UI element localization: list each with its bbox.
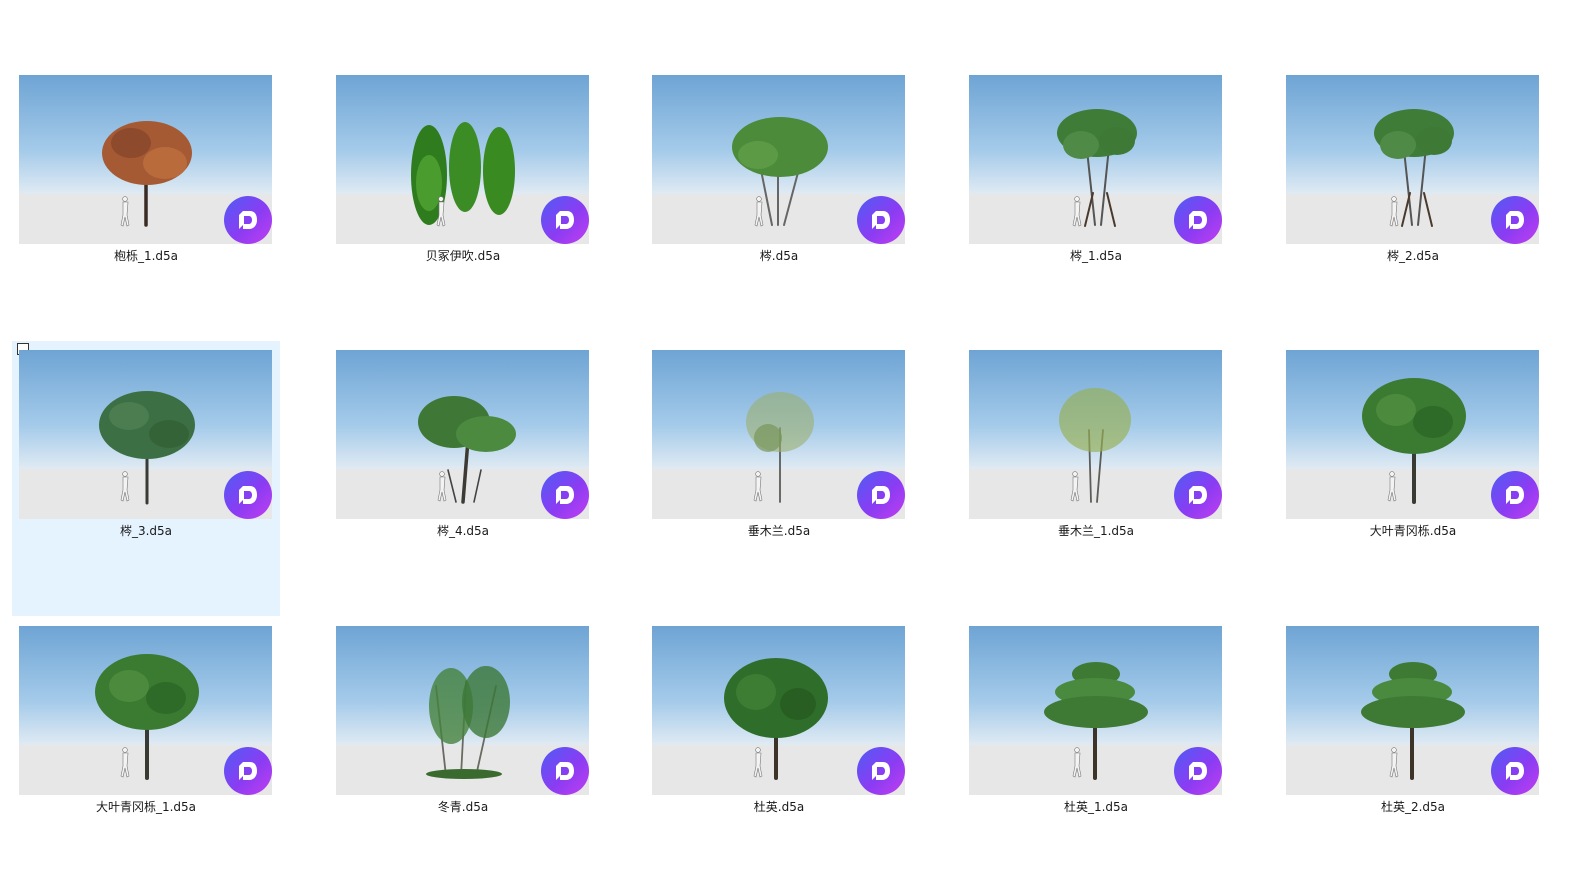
file-name: 大叶青冈栎.d5a — [1369, 524, 1457, 538]
file-item[interactable]: 贝冢伊吹.d5a — [329, 66, 597, 341]
file-name: 梣_4.d5a — [436, 524, 490, 538]
file-name: 垂木兰_1.d5a — [1057, 524, 1135, 538]
file-item[interactable]: 梣_2.d5a — [1279, 66, 1547, 341]
d5-app-icon — [857, 471, 905, 519]
file-thumbnail[interactable] — [19, 350, 272, 519]
file-thumbnail[interactable] — [969, 350, 1222, 519]
file-item[interactable]: 杜英_1.d5a — [962, 617, 1230, 892]
file-thumbnail[interactable] — [652, 75, 905, 244]
d5-app-icon — [224, 747, 272, 795]
file-thumbnail[interactable] — [336, 350, 589, 519]
file-name: 梣_1.d5a — [1069, 249, 1123, 263]
file-item[interactable]: 枹栎_1.d5a — [12, 66, 280, 341]
d5-app-icon — [541, 196, 589, 244]
file-item[interactable]: 杜英.d5a — [645, 617, 913, 892]
file-name: 梣_2.d5a — [1386, 249, 1440, 263]
file-item[interactable]: 大叶青冈栎_1.d5a — [12, 617, 280, 892]
file-thumbnail[interactable] — [19, 626, 272, 795]
file-thumbnail[interactable] — [652, 350, 905, 519]
file-name: 梣.d5a — [759, 249, 799, 263]
file-thumbnail[interactable] — [1286, 75, 1539, 244]
file-thumbnail[interactable] — [969, 75, 1222, 244]
file-item[interactable]: 大叶青冈栎.d5a — [1279, 341, 1547, 616]
d5-app-icon — [1491, 747, 1539, 795]
file-name: 大叶青冈栎_1.d5a — [95, 800, 197, 814]
file-item[interactable]: 冬青.d5a — [329, 617, 597, 892]
file-name: 杜英_1.d5a — [1063, 800, 1129, 814]
d5-app-icon — [1174, 196, 1222, 244]
file-name: 梣_3.d5a — [119, 524, 173, 538]
file-thumbnail[interactable] — [1286, 626, 1539, 795]
d5-app-icon — [541, 747, 589, 795]
file-thumbnail[interactable] — [336, 75, 589, 244]
d5-app-icon — [224, 196, 272, 244]
file-name: 贝冢伊吹.d5a — [425, 249, 501, 263]
file-thumbnail[interactable] — [652, 626, 905, 795]
file-name: 杜英.d5a — [753, 800, 805, 814]
file-item[interactable]: 梣_1.d5a — [962, 66, 1230, 341]
file-thumbnail[interactable] — [1286, 350, 1539, 519]
file-item[interactable]: 梣_3.d5a — [12, 341, 280, 616]
file-thumbnail[interactable] — [969, 626, 1222, 795]
file-name: 冬青.d5a — [437, 800, 489, 814]
d5-app-icon — [1174, 747, 1222, 795]
file-item[interactable]: 杜英_2.d5a — [1279, 617, 1547, 892]
d5-app-icon — [541, 471, 589, 519]
file-thumbnail[interactable] — [19, 75, 272, 244]
d5-app-icon — [224, 471, 272, 519]
file-thumbnail[interactable] — [336, 626, 589, 795]
file-item[interactable]: 垂木兰_1.d5a — [962, 341, 1230, 616]
file-item[interactable]: 梣.d5a — [645, 66, 913, 341]
file-name: 杜英_2.d5a — [1380, 800, 1446, 814]
file-name: 垂木兰.d5a — [747, 524, 811, 538]
d5-app-icon — [857, 747, 905, 795]
file-name: 枹栎_1.d5a — [113, 249, 179, 263]
d5-app-icon — [1174, 471, 1222, 519]
d5-app-icon — [1491, 196, 1539, 244]
file-item[interactable]: 垂木兰.d5a — [645, 341, 913, 616]
file-item[interactable]: 梣_4.d5a — [329, 341, 597, 616]
d5-app-icon — [1491, 471, 1539, 519]
d5-app-icon — [857, 196, 905, 244]
